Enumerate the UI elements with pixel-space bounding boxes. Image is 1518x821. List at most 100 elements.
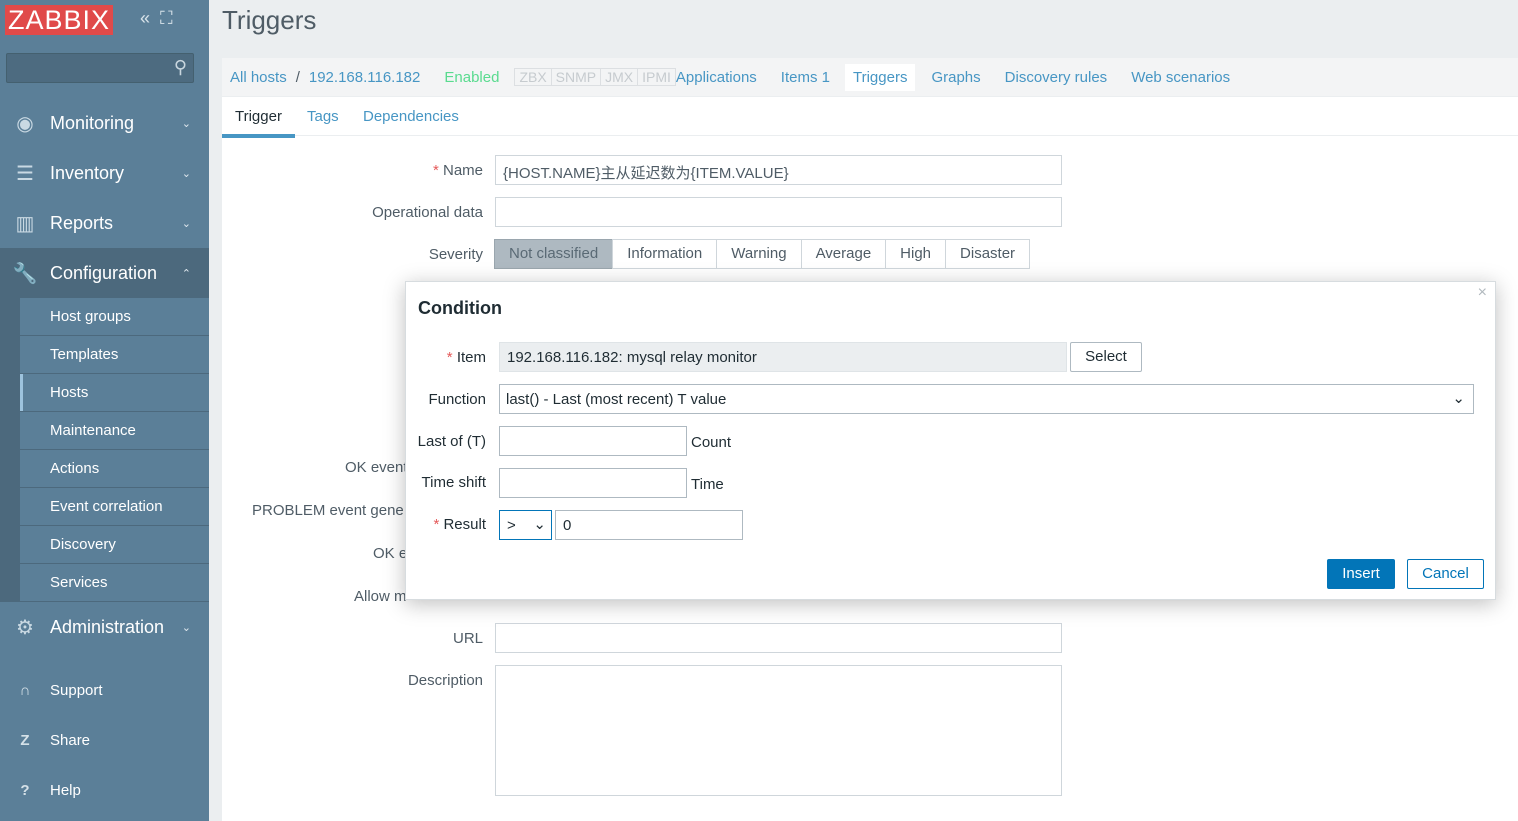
chevron-down-icon: ⌄ <box>181 621 191 634</box>
item-input[interactable]: 192.168.116.182: mysql relay monitor <box>499 342 1067 372</box>
last-of-unit: Count <box>691 434 732 451</box>
breadcrumb-all-hosts[interactable]: All hosts <box>230 69 287 86</box>
severity-disaster[interactable]: Disaster <box>945 239 1031 269</box>
tab-trigger[interactable]: Trigger <box>222 108 295 138</box>
severity-selector: Not classified Information Warning Avera… <box>494 239 1031 269</box>
availability-badges: ZBX SNMP JMX IPMI <box>514 68 676 86</box>
search-icon[interactable]: ⚲ <box>174 57 187 78</box>
submenu-host-groups[interactable]: Host groups <box>20 298 209 335</box>
submenu-event-correlation[interactable]: Event correlation <box>20 488 209 525</box>
configuration-submenu: Host groups Templates Hosts Maintenance … <box>0 298 209 602</box>
list-icon: ☰ <box>16 162 34 185</box>
severity-label: Severity <box>428 246 483 263</box>
menu-reports[interactable]: ▥ Reports ⌄ <box>0 198 209 248</box>
severity-average[interactable]: Average <box>800 239 887 269</box>
function-label: Function <box>428 391 486 408</box>
nav-items[interactable]: Items 1 <box>781 69 830 86</box>
nav-applications[interactable]: Applications <box>676 69 757 86</box>
operational-data-input[interactable] <box>495 197 1062 227</box>
select-button[interactable]: Select <box>1070 342 1142 372</box>
nav-discovery-rules[interactable]: Discovery rules <box>1005 69 1108 86</box>
severity-warning[interactable]: Warning <box>716 239 802 269</box>
gear-icon: ⚙ <box>16 616 34 639</box>
menu-label: Reports <box>50 212 114 233</box>
function-value: last() - Last (most recent) T value <box>506 391 727 408</box>
chevron-down-icon: ⌄ <box>181 117 191 130</box>
menu-label: Inventory <box>50 162 125 183</box>
chevron-down-icon: ⌄ <box>533 516 546 533</box>
nav-graphs[interactable]: Graphs <box>931 69 980 86</box>
host-status[interactable]: Enabled <box>444 69 499 86</box>
submenu-maintenance[interactable]: Maintenance <box>20 412 209 449</box>
sidebar: ZABBIX « ⛶ ⚲ ◉ Monitoring ⌄ ☰ Inventory ⌄ ▥ R… <box>0 0 209 821</box>
time-shift-label: Time shift <box>421 474 486 491</box>
headset-icon: ∩ <box>19 682 31 699</box>
kiosk-mode-icon[interactable]: ⛶ <box>160 8 173 28</box>
breadcrumb-separator: / <box>295 68 300 86</box>
host-navigation: All hosts / 192.168.116.182 Enabled ZBX S… <box>222 58 1518 96</box>
url-input[interactable] <box>495 623 1062 653</box>
cancel-button[interactable]: Cancel <box>1407 559 1484 589</box>
last-of-input[interactable] <box>499 426 687 456</box>
badge-ipmi: IPMI <box>642 69 671 85</box>
result-label: * Result <box>433 516 486 533</box>
close-icon[interactable]: × <box>1478 284 1487 302</box>
badge-jmx: JMX <box>601 69 639 85</box>
url-label: URL <box>452 630 483 647</box>
function-select[interactable]: last() - Last (most recent) T value ⌄ <box>499 384 1474 414</box>
submenu-templates[interactable]: Templates <box>20 336 209 373</box>
description-textarea[interactable] <box>495 665 1062 796</box>
nav-web-scenarios[interactable]: Web scenarios <box>1131 69 1230 86</box>
support-link[interactable]: ∩ Support <box>0 682 209 699</box>
tab-tags[interactable]: Tags <box>307 108 339 125</box>
menu-inventory[interactable]: ☰ Inventory ⌄ <box>0 148 209 198</box>
severity-not-classified[interactable]: Not classified <box>494 239 614 269</box>
share-link[interactable]: Z Share <box>0 732 209 749</box>
zabbix-logo[interactable]: ZABBIX <box>5 5 114 35</box>
page-title: Triggers <box>222 5 317 35</box>
wrench-icon: 🔧 <box>12 262 38 285</box>
tab-dependencies[interactable]: Dependencies <box>363 108 459 125</box>
description-label: Description <box>407 672 483 689</box>
breadcrumb-host[interactable]: 192.168.116.182 <box>309 69 421 86</box>
bar-chart-icon: ▥ <box>15 212 35 235</box>
severity-information[interactable]: Information <box>612 239 718 269</box>
item-label: * Item <box>446 349 486 366</box>
operational-data-label: Operational data <box>372 204 483 221</box>
result-value-input[interactable]: 0 <box>555 510 743 540</box>
dialog-title: Condition <box>418 298 502 318</box>
submenu-hosts[interactable]: Hosts <box>20 374 209 411</box>
menu-label: Configuration <box>50 262 158 283</box>
time-shift-input[interactable] <box>499 468 687 498</box>
eye-icon: ◉ <box>16 112 34 135</box>
help-label: Help <box>50 782 81 799</box>
name-input[interactable]: {HOST.NAME}主从延迟数为{ITEM.VALUE} <box>495 155 1062 185</box>
condition-dialog: Condition × * Item 192.168.116.182: mysq… <box>405 281 1496 600</box>
result-operator-select[interactable]: > ⌄ <box>499 510 552 540</box>
collapse-sidebar-icon[interactable]: « <box>140 8 150 28</box>
menu-configuration[interactable]: 🔧 Configuration ⌃ <box>0 248 209 298</box>
severity-high[interactable]: High <box>885 239 947 269</box>
operator-value: > <box>507 517 516 534</box>
help-link[interactable]: ? Help <box>0 782 209 799</box>
support-label: Support <box>50 682 103 699</box>
badge-snmp: SNMP <box>552 69 602 85</box>
problem-event-label: PROBLEM event gene <box>252 502 404 519</box>
form-tabs: Trigger Tags Dependencies <box>222 97 1518 138</box>
time-shift-unit: Time <box>691 476 724 493</box>
chevron-down-icon: ⌄ <box>1452 390 1465 407</box>
menu-administration[interactable]: ⚙ Administration ⌄ <box>0 602 209 652</box>
allow-manual-close-label: Allow m <box>354 588 407 605</box>
share-label: Share <box>50 732 91 749</box>
chevron-up-icon: ⌃ <box>181 267 191 280</box>
submenu-services[interactable]: Services <box>20 564 209 601</box>
badge-zbx: ZBX <box>515 69 552 85</box>
submenu-discovery[interactable]: Discovery <box>20 526 209 563</box>
search-input[interactable]: ⚲ <box>6 53 194 83</box>
menu-label: Monitoring <box>50 112 135 133</box>
submenu-actions[interactable]: Actions <box>20 450 209 487</box>
menu-monitoring[interactable]: ◉ Monitoring ⌄ <box>0 98 209 148</box>
share-icon: Z <box>20 732 30 749</box>
insert-button[interactable]: Insert <box>1327 559 1395 589</box>
nav-triggers[interactable]: Triggers <box>844 63 916 91</box>
